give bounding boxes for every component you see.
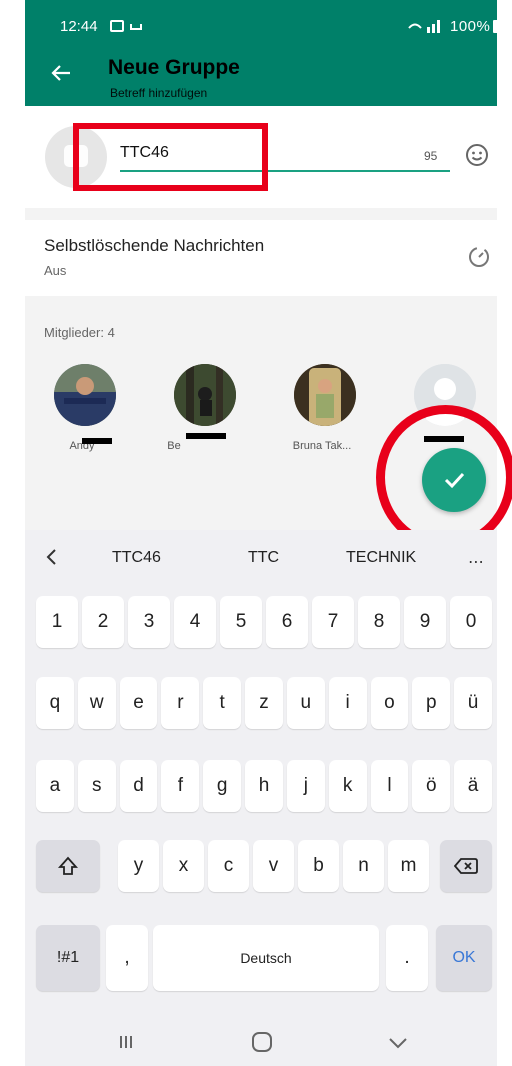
key-ä[interactable]: ä xyxy=(454,760,492,812)
signal-icon xyxy=(407,18,445,34)
char-counter: 95 xyxy=(424,149,438,163)
key-a[interactable]: a xyxy=(36,760,74,812)
suggestion[interactable]: TTC xyxy=(248,549,279,567)
key-c[interactable]: c xyxy=(208,840,249,892)
key-4[interactable]: 4 xyxy=(174,596,216,648)
avatar[interactable] xyxy=(294,364,356,426)
highlight-box xyxy=(73,123,268,191)
notification-icon xyxy=(130,24,142,30)
suggestion[interactable]: TTC46 xyxy=(112,549,161,567)
key-n[interactable]: n xyxy=(343,840,384,892)
disappearing-value: Aus xyxy=(44,263,67,278)
timer-icon xyxy=(468,246,490,268)
member-name: Bruna Tak... xyxy=(292,440,352,452)
key-b[interactable]: b xyxy=(298,840,339,892)
emoji-icon[interactable] xyxy=(465,143,489,167)
disappearing-title: Selbstlöschende Nachrichten xyxy=(44,236,265,255)
key-h[interactable]: h xyxy=(245,760,283,812)
key-0[interactable]: 0 xyxy=(450,596,492,648)
key-t[interactable]: t xyxy=(203,677,242,729)
members-heading: Mitglieder: 4 xyxy=(44,325,115,340)
avatar[interactable] xyxy=(174,364,236,426)
status-time: 12:44 xyxy=(60,18,98,35)
app-header xyxy=(25,0,497,106)
key-q[interactable]: q xyxy=(36,677,74,729)
key-y[interactable]: y xyxy=(118,840,159,892)
key-r[interactable]: r xyxy=(161,677,200,729)
key-m[interactable]: m xyxy=(388,840,429,892)
key-i[interactable]: i xyxy=(328,677,367,729)
key-p[interactable]: p xyxy=(412,677,451,729)
page-subtitle: Betreff hinzufügen xyxy=(110,86,208,100)
key-e[interactable]: e xyxy=(119,677,158,729)
key-o[interactable]: o xyxy=(370,677,409,729)
suggestion[interactable]: TECHNIK xyxy=(346,549,416,567)
suggestions-back-icon[interactable] xyxy=(44,547,58,572)
key-u[interactable]: u xyxy=(286,677,325,729)
comma-key[interactable]: , xyxy=(106,925,148,991)
key-x[interactable]: x xyxy=(163,840,204,892)
avatar[interactable] xyxy=(54,364,116,426)
ok-key[interactable]: OK xyxy=(436,925,492,991)
backspace-key[interactable] xyxy=(440,840,492,892)
shift-key[interactable] xyxy=(36,840,100,892)
key-g[interactable]: g xyxy=(203,760,242,812)
key-f[interactable]: f xyxy=(161,760,200,812)
recent-apps-icon[interactable] xyxy=(118,1034,134,1055)
gallery-notification-icon xyxy=(110,20,124,32)
key-ü[interactable]: ü xyxy=(454,677,492,729)
key-s[interactable]: s xyxy=(77,760,116,812)
key-k[interactable]: k xyxy=(328,760,367,812)
key-w[interactable]: w xyxy=(77,677,116,729)
key-ö[interactable]: ö xyxy=(412,760,451,812)
key-j[interactable]: j xyxy=(286,760,325,812)
key-l[interactable]: l xyxy=(370,760,409,812)
key-6[interactable]: 6 xyxy=(266,596,308,648)
back-nav-icon[interactable] xyxy=(388,1036,408,1054)
key-d[interactable]: d xyxy=(119,760,158,812)
key-9[interactable]: 9 xyxy=(404,596,446,648)
key-7[interactable]: 7 xyxy=(312,596,354,648)
symbols-key[interactable]: !#1 xyxy=(36,925,100,991)
redaction xyxy=(82,438,112,444)
key-2[interactable]: 2 xyxy=(82,596,124,648)
divider xyxy=(25,208,497,220)
key-v[interactable]: v xyxy=(253,840,294,892)
period-key[interactable]: . xyxy=(386,925,428,991)
battery-icon xyxy=(493,20,501,33)
battery-text: 100% xyxy=(450,18,491,35)
back-arrow-icon[interactable] xyxy=(50,62,72,84)
key-8[interactable]: 8 xyxy=(358,596,400,648)
more-suggestions-icon[interactable]: ⋯ xyxy=(468,552,484,572)
key-1[interactable]: 1 xyxy=(36,596,78,648)
home-icon[interactable] xyxy=(252,1032,272,1052)
redaction xyxy=(186,433,226,439)
key-5[interactable]: 5 xyxy=(220,596,262,648)
page-title: Neue Gruppe xyxy=(108,56,240,79)
key-3[interactable]: 3 xyxy=(128,596,170,648)
disappearing-messages-row[interactable] xyxy=(25,220,497,296)
key-z[interactable]: z xyxy=(245,677,283,729)
space-key[interactable]: Deutsch xyxy=(153,925,379,991)
highlight-circle xyxy=(376,405,512,550)
